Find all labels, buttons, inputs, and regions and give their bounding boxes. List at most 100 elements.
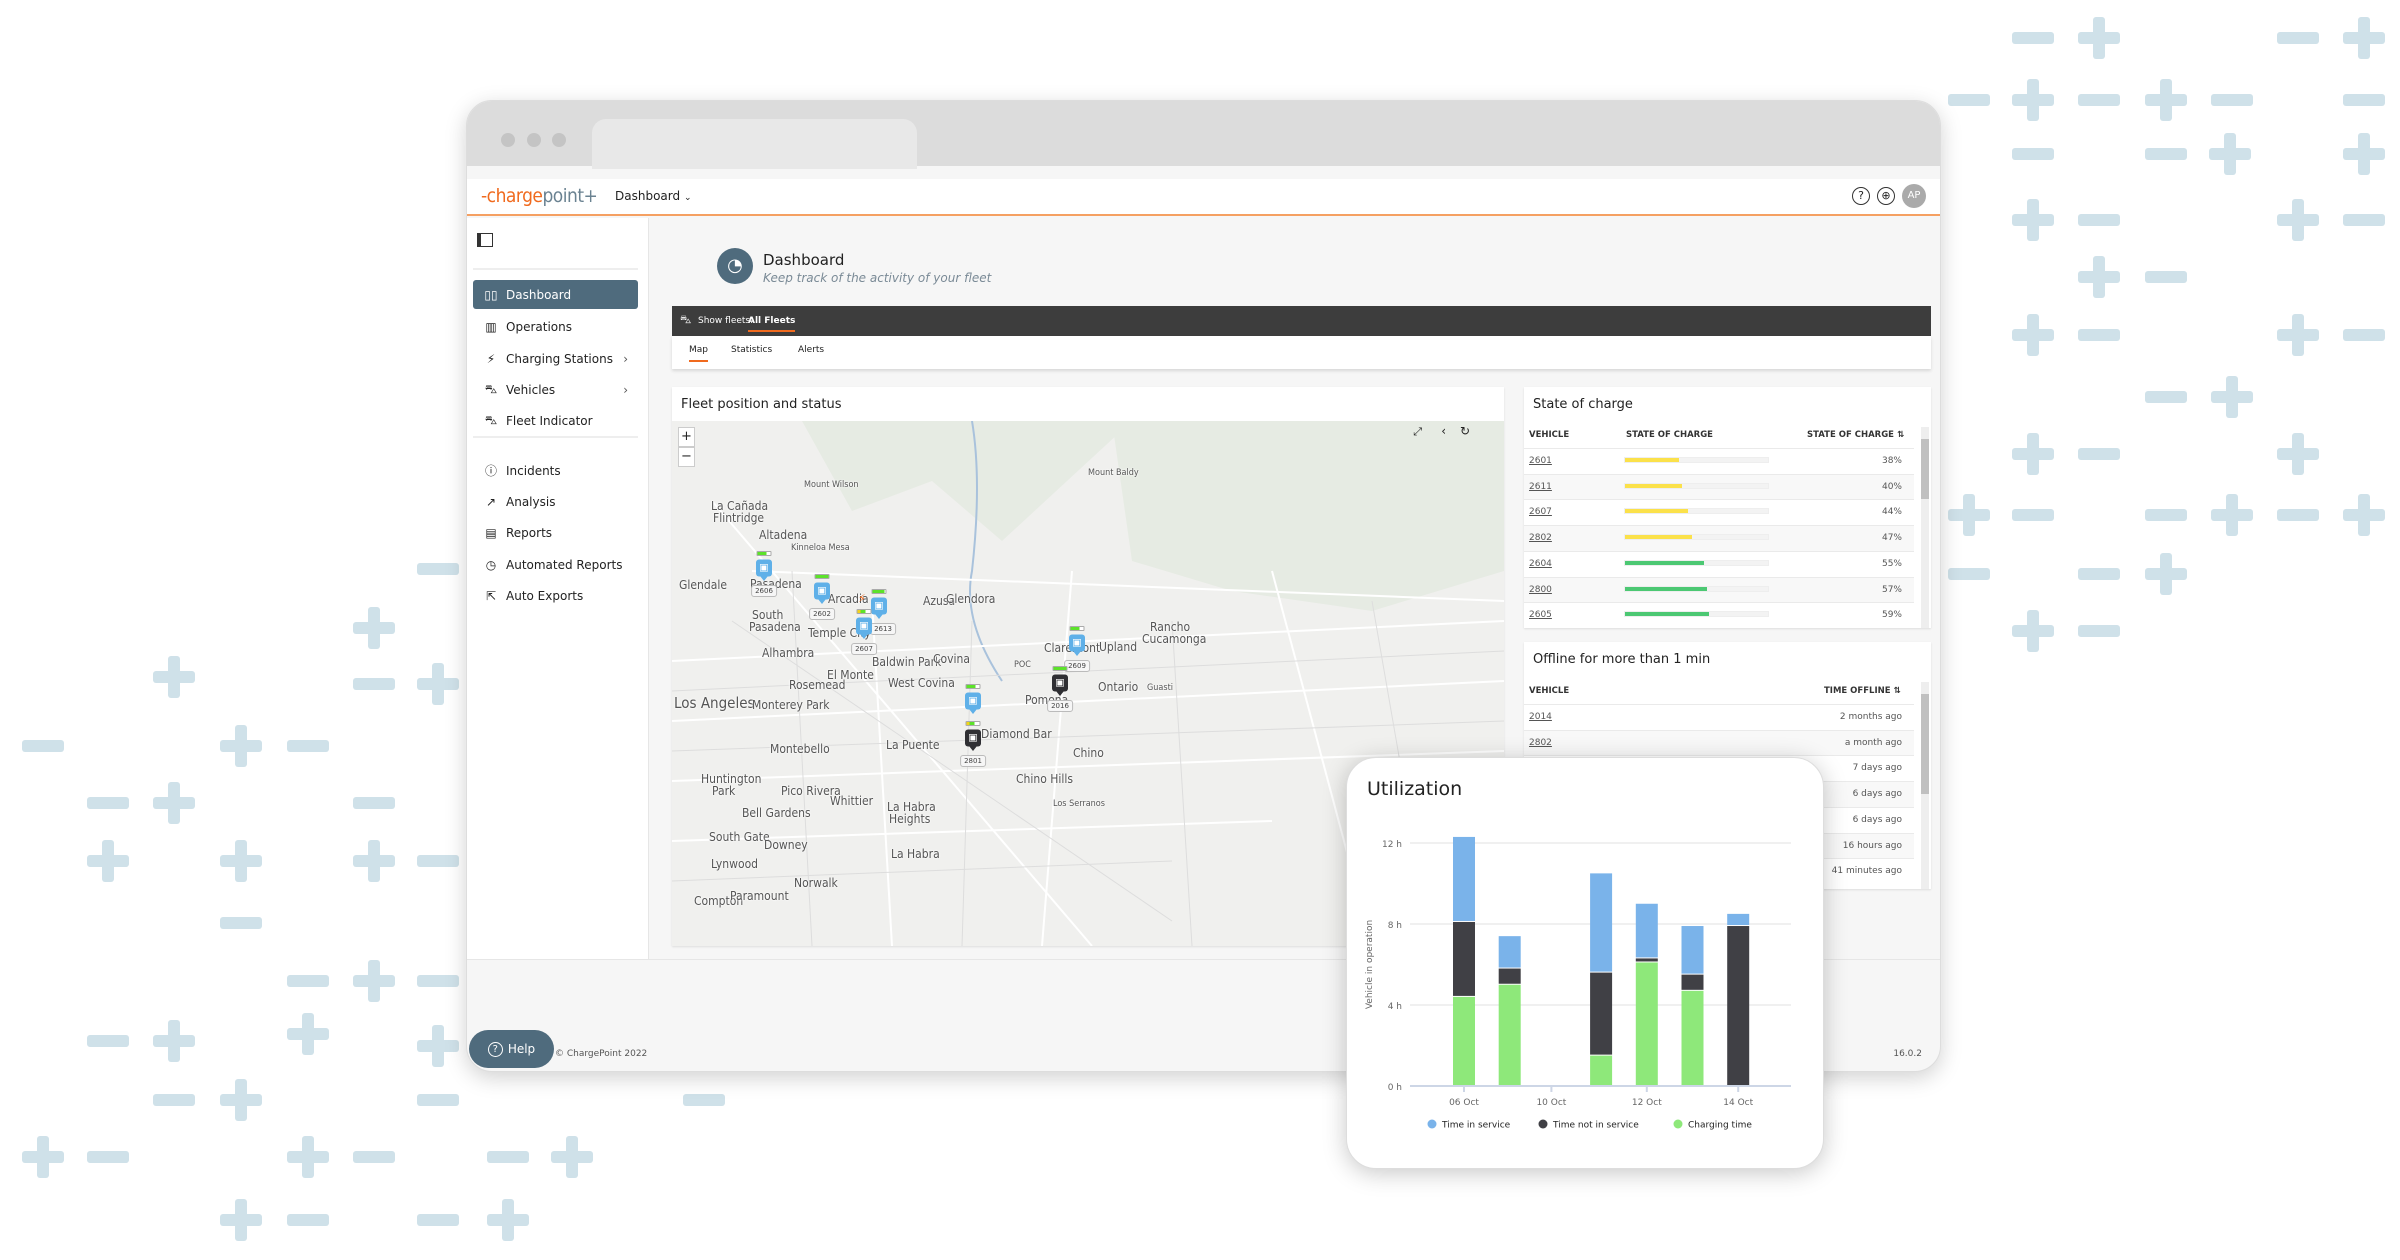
time-offline-value: 16 hours ago: [1842, 840, 1902, 851]
sidebar-item-label: Fleet Indicator: [506, 413, 593, 428]
column-header-vehicle[interactable]: VEHICLE: [1529, 686, 1569, 696]
map-place-label: Kinneloa Mesa: [791, 543, 850, 553]
bus-icon: ⛍: [680, 313, 692, 326]
vehicle-link[interactable]: 2611: [1529, 482, 1552, 492]
tab-map[interactable]: Map: [689, 345, 708, 362]
sidebar-item-reports[interactable]: ▤ Reports: [473, 518, 638, 547]
map-place-label: Altadena: [759, 528, 808, 542]
minus-decoration: [1947, 93, 1990, 106]
battery-indicator: [814, 574, 830, 579]
vehicle-link[interactable]: 2802: [1529, 533, 1552, 543]
legend-label[interactable]: Charging time: [1688, 1121, 1752, 1131]
sidebar-item-charging-stations[interactable]: ⚡ Charging Stations ›: [473, 344, 638, 373]
bus-icon: ▣: [756, 559, 772, 577]
column-header-time-offline[interactable]: TIME OFFLINE ⇅: [1824, 686, 1901, 696]
fleet-all-fleets[interactable]: All Fleets: [748, 316, 796, 332]
battery-indicator: [1052, 666, 1068, 671]
sidebar-item-label: Charging Stations: [506, 351, 613, 366]
expand-icon[interactable]: ⤢: [1413, 425, 1422, 439]
sidebar-item-label: Automated Reports: [506, 557, 623, 572]
vehicle-id-label: 2613: [870, 623, 896, 635]
fleet-filter-bar: ⛍ Show fleets: All Fleets: [672, 306, 1931, 336]
sidebar-item-vehicles[interactable]: ⛍ Vehicles ›: [473, 375, 638, 404]
export-icon: ⇱: [485, 588, 497, 603]
chargepoint-logo[interactable]: -chargepoint+: [481, 185, 598, 207]
vehicle-link[interactable]: 2802: [1529, 738, 1552, 748]
vehicle-link[interactable]: 2605: [1529, 610, 1552, 620]
battery-indicator: [856, 609, 872, 614]
vehicle-link[interactable]: 2014: [1529, 712, 1552, 722]
avatar[interactable]: AP: [1902, 184, 1926, 208]
sidebar-item-analysis[interactable]: ↗ Analysis: [473, 487, 638, 516]
zoom-in-button[interactable]: +: [678, 427, 695, 447]
charge-value: 57%: [1881, 584, 1902, 595]
scrollbar[interactable]: [1921, 682, 1929, 889]
map-place-label: Ontario: [1098, 680, 1139, 694]
map-place-label: Flintridge: [713, 511, 765, 525]
collapse-sidebar-icon[interactable]: [477, 233, 493, 247]
vehicle-link[interactable]: 2601: [1529, 456, 1552, 466]
sidebar-item-operations[interactable]: ▥ Operations: [473, 312, 638, 341]
charge-progress-bar: [1624, 482, 1769, 489]
vehicle-link[interactable]: 2604: [1529, 559, 1552, 569]
minus-decoration: [417, 1093, 460, 1106]
window-dot[interactable]: [527, 133, 541, 147]
legend-label[interactable]: Time not in service: [1552, 1121, 1639, 1131]
chevron-left-icon[interactable]: ‹: [1441, 424, 1446, 438]
sort-icon: ⇅: [1893, 686, 1901, 696]
sidebar-item-incidents[interactable]: ⓘ Incidents: [473, 456, 638, 485]
minus-decoration: [286, 739, 329, 752]
y-tick-label: 4 h: [1388, 1002, 1402, 1012]
minus-decoration: [2342, 213, 2385, 226]
scrollbar[interactable]: [1921, 427, 1929, 628]
sidebar-item-auto-exports[interactable]: ⇱ Auto Exports: [473, 581, 638, 610]
vehicle-link[interactable]: 2607: [1529, 507, 1552, 517]
column-header-state-of-charge[interactable]: STATE OF CHARGE: [1626, 430, 1713, 440]
minus-decoration: [286, 975, 329, 988]
page-menu[interactable]: Dashboard ⌄: [615, 189, 691, 203]
map-place-label: Los Angeles: [674, 694, 755, 712]
time-offline-value: 2 months ago: [1839, 712, 1902, 722]
sidebar-item-dashboard[interactable]: ▯▯ Dashboard: [473, 280, 638, 309]
sidebar-item-fleet-indicator[interactable]: ⛍ Fleet Indicator: [473, 406, 638, 435]
sort-icon: ⇅: [1896, 430, 1905, 440]
help-icon[interactable]: ?: [1852, 187, 1870, 205]
legend-label[interactable]: Time in service: [1441, 1121, 1511, 1131]
column-header-vehicle[interactable]: VEHICLE: [1529, 430, 1569, 440]
column-header-state-of-charge-sort[interactable]: STATE OF CHARGE ⇅: [1807, 430, 1904, 440]
table-row: 2014 2 months ago: [1524, 704, 1914, 730]
sidebar-item-automated-reports[interactable]: ◷ Automated Reports: [473, 550, 638, 579]
map-place-label: Mount Wilson: [804, 480, 859, 490]
fleet-icon: ⛍: [484, 412, 498, 427]
sidebar-item-label: Analysis: [506, 494, 556, 509]
tab-alerts[interactable]: Alerts: [798, 345, 824, 355]
help-button[interactable]: ? Help: [469, 1030, 554, 1068]
minus-decoration: [2012, 147, 2055, 160]
charge-progress-bar: [1624, 508, 1769, 515]
battery-indicator: [1069, 626, 1085, 631]
charge-value: 40%: [1881, 481, 1902, 492]
table-row: 2802 47%: [1524, 525, 1914, 551]
page-subtitle: Keep track of the activity of your fleet: [763, 271, 992, 285]
sidebar-item-label: Dashboard: [506, 287, 572, 302]
map-place-label: Glendale: [679, 578, 727, 592]
minus-decoration: [417, 563, 460, 576]
sidebar-item-label: Incidents: [506, 463, 561, 478]
charge-progress-bar: [1624, 611, 1769, 618]
minus-decoration: [2012, 509, 2055, 522]
bar-segment: [1635, 903, 1658, 958]
charge-value: 47%: [1881, 533, 1902, 544]
map-place-label: Pasadena: [749, 620, 801, 634]
refresh-icon[interactable]: ↻: [1460, 424, 1470, 438]
x-tick-label: 06 Oct: [1449, 1098, 1479, 1108]
zoom-out-button[interactable]: −: [678, 447, 695, 467]
tab-statistics[interactable]: Statistics: [731, 345, 772, 355]
globe-icon[interactable]: ⊕: [1877, 187, 1895, 205]
browser-tab[interactable]: [592, 119, 917, 169]
vehicle-link[interactable]: 2800: [1529, 585, 1552, 595]
map-place-label: Baldwin Park: [872, 655, 942, 669]
charge-value: 59%: [1881, 610, 1902, 621]
window-dot[interactable]: [501, 133, 515, 147]
version: 16.0.2: [1893, 1049, 1922, 1059]
window-dot[interactable]: [552, 133, 566, 147]
